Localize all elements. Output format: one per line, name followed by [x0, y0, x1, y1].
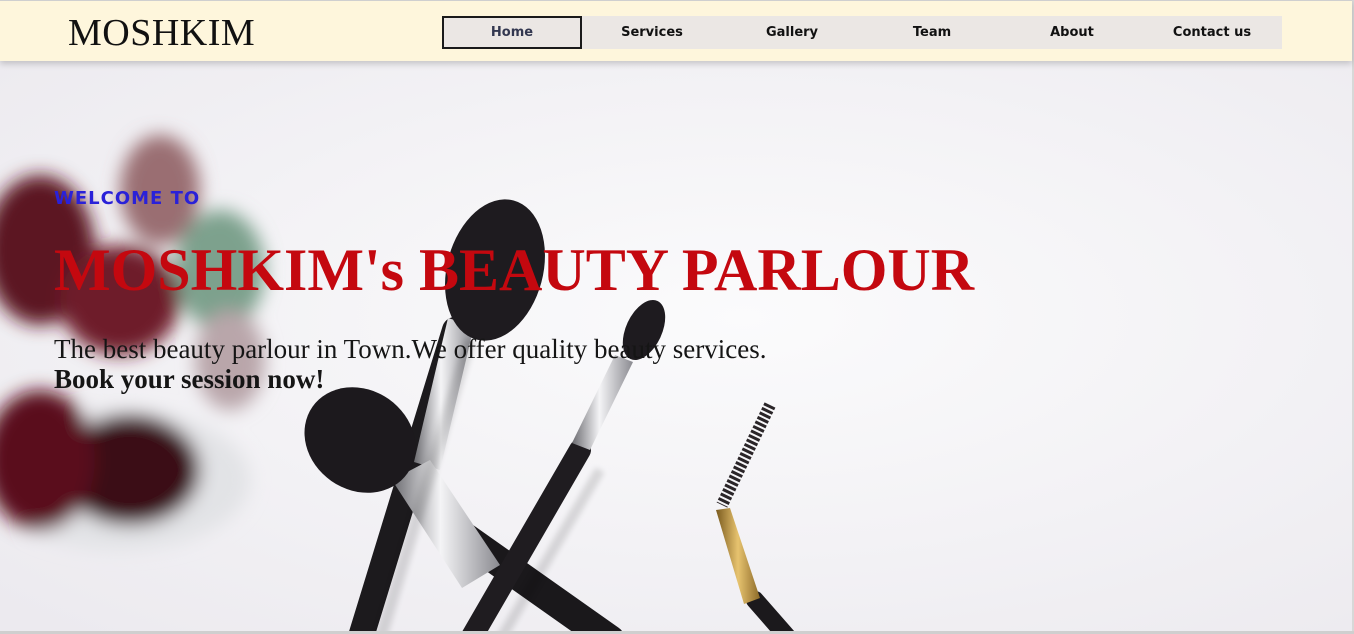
nav-menu: Home Services Gallery Team About Contact…: [442, 16, 1282, 49]
nav-contact[interactable]: Contact us: [1142, 16, 1282, 49]
nav-services[interactable]: Services: [582, 16, 722, 49]
book-session-text: Book your session now!: [54, 364, 325, 394]
nav-gallery[interactable]: Gallery: [722, 16, 862, 49]
welcome-eyebrow: WELCOME TO: [54, 188, 201, 209]
top-navbar: MOSHKIM Home Services Gallery Team About…: [0, 0, 1352, 61]
brand-logo[interactable]: MOSHKIM: [68, 11, 255, 55]
hero-title: MOSHKIM's BEAUTY PARLOUR: [54, 237, 975, 303]
nav-home[interactable]: Home: [442, 16, 582, 49]
nav-team[interactable]: Team: [862, 16, 1002, 49]
nav-about[interactable]: About: [1002, 16, 1142, 49]
hero-tagline: The best beauty parlour in Town.We offer…: [54, 334, 767, 364]
